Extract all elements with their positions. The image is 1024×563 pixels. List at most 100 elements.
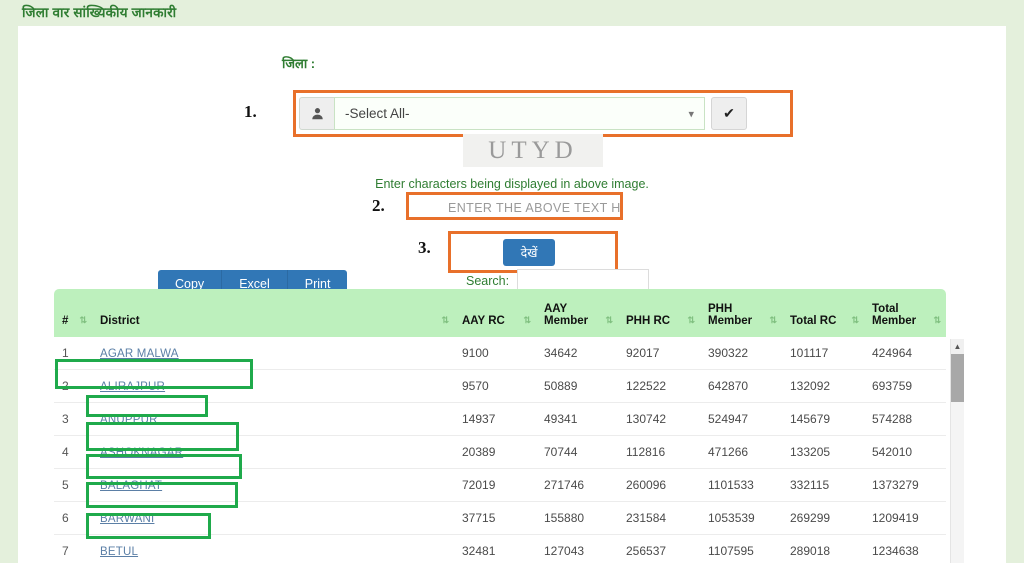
row-aay-rc: 20389: [454, 435, 536, 469]
district-confirm-button[interactable]: ✔: [711, 97, 747, 130]
row-total-rc: 101117: [782, 337, 864, 370]
column-header-district[interactable]: District ⇅: [92, 289, 454, 337]
row-phh-rc: 260096: [618, 468, 700, 502]
district-link[interactable]: BETUL: [100, 546, 138, 558]
row-total-rc: 289018: [782, 534, 864, 563]
column-label: PHH Member: [708, 303, 753, 327]
table-row: 6 BARWANI 37715 155880 231584 1053539 269299 12…: [54, 501, 946, 535]
table-row: 7 BETUL 32481 127043 256537 1107595 289018 1234…: [54, 534, 946, 563]
district-link[interactable]: BALAGHAT: [100, 480, 162, 492]
column-label: AAY RC: [462, 315, 505, 327]
row-phh-member: 471266: [700, 435, 782, 469]
column-header-index[interactable]: # ⇅: [54, 289, 92, 337]
user-icon: [299, 97, 334, 130]
district-link[interactable]: BARWANI: [100, 513, 154, 525]
row-district: ANUPPUR: [92, 402, 454, 436]
row-aay-rc: 72019: [454, 468, 536, 502]
row-phh-rc: 256537: [618, 534, 700, 563]
column-header-phh-member[interactable]: PHH Member ⇅: [700, 289, 782, 337]
row-phh-member: 390322: [700, 337, 782, 370]
row-phh-member: 1107595: [700, 534, 782, 563]
chevron-down-icon: ▾: [688, 108, 694, 120]
chevron-up-icon[interactable]: ▲: [951, 339, 964, 354]
sort-updown-icon: ⇅: [523, 315, 530, 325]
row-index: 6: [54, 501, 92, 535]
district-link[interactable]: ANUPPUR: [100, 414, 158, 426]
row-aay-rc: 9570: [454, 369, 536, 403]
row-total-member: 1373279: [864, 468, 946, 502]
row-aay-rc: 14937: [454, 402, 536, 436]
column-label: #: [62, 315, 69, 327]
row-aay-member: 49341: [536, 402, 618, 436]
row-phh-member: 524947: [700, 402, 782, 436]
row-aay-member: 70744: [536, 435, 618, 469]
column-header-aay-rc[interactable]: AAY RC ⇅: [454, 289, 536, 337]
column-header-total-member[interactable]: Total Member ⇅: [864, 289, 946, 337]
row-index: 4: [54, 435, 92, 469]
row-aay-rc: 9100: [454, 337, 536, 370]
content-card: 1. जिला : -Select All- ▾ ✔ UTYD Enter ch…: [18, 26, 1006, 563]
page-edge-strip: [1006, 0, 1024, 563]
row-district: BARWANI: [92, 501, 454, 535]
row-phh-rc: 92017: [618, 337, 700, 370]
search-label: Search:: [466, 274, 510, 288]
table-row: 1 AGAR MALWA 9100 34642 92017 390322 101117 424…: [54, 337, 946, 370]
row-district: ALIRAJPUR: [92, 369, 454, 403]
column-header-aay-member[interactable]: AAY Member ⇅: [536, 289, 618, 337]
sort-updown-icon: ⇅: [441, 315, 448, 325]
check-icon: ✔: [723, 105, 735, 121]
row-district: BETUL: [92, 534, 454, 563]
district-link[interactable]: AGAR MALWA: [100, 348, 179, 360]
column-label: Total RC: [790, 315, 837, 327]
row-total-rc: 269299: [782, 501, 864, 535]
step-2-number: 2.: [372, 196, 385, 215]
row-aay-member: 155880: [536, 501, 618, 535]
row-district: BALAGHAT: [92, 468, 454, 502]
row-aay-member: 127043: [536, 534, 618, 563]
step-1-number: 1.: [244, 102, 257, 121]
row-index: 1: [54, 337, 92, 370]
row-phh-member: 1053539: [700, 501, 782, 535]
sort-updown-icon: ⇅: [605, 315, 612, 325]
sort-updown-icon: ⇅: [687, 315, 694, 325]
captcha-image: UTYD: [463, 134, 603, 167]
row-index: 3: [54, 402, 92, 436]
row-phh-member: 1101533: [700, 468, 782, 502]
sort-updown-icon: ⇅: [851, 315, 858, 325]
row-total-member: 542010: [864, 435, 946, 469]
row-index: 7: [54, 534, 92, 563]
column-label: District: [100, 315, 140, 327]
district-select[interactable]: -Select All- ▾: [334, 97, 705, 130]
district-selected-value: -Select All-: [345, 106, 410, 121]
row-phh-member: 642870: [700, 369, 782, 403]
view-button[interactable]: देखें: [503, 239, 555, 266]
row-phh-rc: 122522: [618, 369, 700, 403]
column-header-phh-rc[interactable]: PHH RC ⇅: [618, 289, 700, 337]
row-total-member: 574288: [864, 402, 946, 436]
column-header-total-rc[interactable]: Total RC ⇅: [782, 289, 864, 337]
district-label: जिला :: [282, 56, 316, 71]
step-3-number: 3.: [418, 238, 431, 257]
row-aay-rc: 32481: [454, 534, 536, 563]
row-aay-member: 50889: [536, 369, 618, 403]
table-scrollbar[interactable]: ▲: [950, 339, 964, 563]
captcha-hint: Enter characters being displayed in abov…: [375, 177, 649, 191]
captcha-input[interactable]: [446, 198, 622, 218]
table-body: 1 AGAR MALWA 9100 34642 92017 390322 101117 424…: [54, 337, 946, 563]
row-total-rc: 133205: [782, 435, 864, 469]
page-title: जिला वार सांख्यिकीय जानकारी: [22, 5, 177, 20]
district-link[interactable]: ALIRAJPUR: [100, 381, 165, 393]
sort-updown-icon: ⇅: [933, 315, 940, 325]
column-label: AAY Member: [544, 303, 589, 327]
district-input-group: -Select All- ▾ ✔: [299, 97, 747, 130]
row-aay-rc: 37715: [454, 501, 536, 535]
table-row: 3 ANUPPUR 14937 49341 130742 524947 145679 5742…: [54, 402, 946, 436]
row-district: AGAR MALWA: [92, 337, 454, 370]
row-index: 5: [54, 468, 92, 502]
row-total-rc: 145679: [782, 402, 864, 436]
row-total-member: 693759: [864, 369, 946, 403]
row-index: 2: [54, 369, 92, 403]
row-phh-rc: 231584: [618, 501, 700, 535]
district-link[interactable]: ASHOKNAGAR: [100, 447, 183, 459]
scrollbar-thumb[interactable]: [951, 354, 964, 402]
